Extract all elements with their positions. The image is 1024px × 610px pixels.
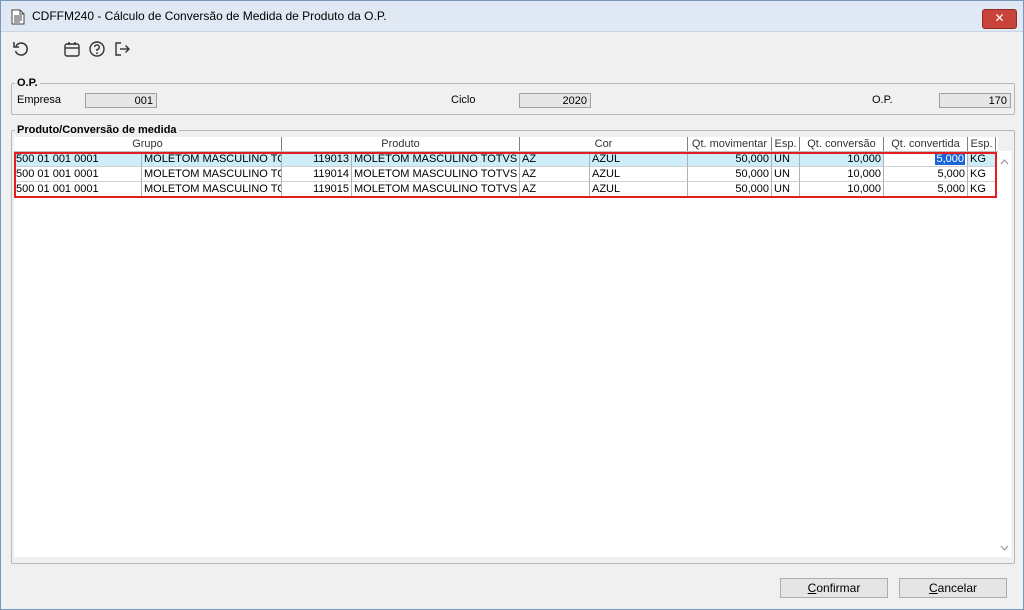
cell-produto-descricao[interactable]: MOLETOM MASCULINO TOTVS MO	[352, 152, 520, 167]
cell-cor-codigo[interactable]: AZ	[520, 182, 590, 197]
cell-produto-codigo[interactable]: 119013	[282, 152, 352, 167]
header-cor[interactable]: Cor	[520, 137, 688, 151]
table-row[interactable]: 500 01 001 0001 MOLETOM MASCULINO TOT 11…	[14, 152, 998, 167]
cell-qt-convertida-editing[interactable]: 5,000	[884, 152, 968, 167]
cell-qt-movimentar[interactable]: 50,000	[688, 182, 772, 197]
cell-qt-convertida[interactable]: 5,000	[884, 182, 968, 197]
close-icon: ✕	[994, 11, 1005, 25]
cancel-button-label: ancelar	[937, 581, 978, 595]
data-grid[interactable]: Grupo Produto Cor Qt. movimentar Esp. Qt…	[14, 137, 998, 557]
op-label: O.P.	[872, 94, 893, 106]
document-icon	[11, 9, 25, 25]
title-bar: CDFFM240 - Cálculo de Conversão de Medid…	[1, 1, 1023, 32]
cell-esp-2[interactable]: KG	[968, 152, 996, 167]
exit-icon[interactable]	[113, 40, 131, 58]
table-row[interactable]: 500 01 001 0001 MOLETOM MASCULINO TOT 11…	[14, 167, 998, 182]
cell-esp[interactable]: UN	[772, 167, 800, 182]
ciclo-field[interactable]: 2020	[519, 93, 591, 108]
cell-cor-codigo[interactable]: AZ	[520, 167, 590, 182]
op-field[interactable]: 170	[939, 93, 1011, 108]
header-qt-conversao[interactable]: Qt. conversão	[800, 137, 884, 151]
cell-qt-conversao[interactable]: 10,000	[800, 152, 884, 167]
cell-produto-descricao[interactable]: MOLETOM MASCULINO TOTVS MO	[352, 182, 520, 197]
cell-grupo-descricao[interactable]: MOLETOM MASCULINO TOT	[142, 152, 282, 167]
cell-esp-2[interactable]: KG	[968, 182, 996, 197]
qt-convertida-edit-value[interactable]: 5,000	[935, 153, 965, 165]
header-qt-movimentar[interactable]: Qt. movimentar	[688, 137, 772, 151]
cell-grupo-codigo[interactable]: 500 01 001 0001	[14, 167, 142, 182]
header-produto[interactable]: Produto	[282, 137, 520, 151]
header-qt-convertida[interactable]: Qt. convertida	[884, 137, 968, 151]
cell-qt-conversao[interactable]: 10,000	[800, 182, 884, 197]
refresh-icon[interactable]	[12, 40, 30, 58]
confirm-button[interactable]: Confirmar	[780, 578, 888, 598]
cell-esp-2[interactable]: KG	[968, 167, 996, 182]
empresa-field[interactable]: 001	[85, 93, 157, 108]
header-esp-2[interactable]: Esp.	[968, 137, 996, 151]
scroll-up-icon[interactable]	[1000, 159, 1009, 165]
header-grupo[interactable]: Grupo	[14, 137, 282, 151]
help-icon[interactable]	[88, 40, 106, 58]
cell-qt-movimentar[interactable]: 50,000	[688, 167, 772, 182]
cell-cor-descricao[interactable]: AZUL	[590, 167, 688, 182]
cancel-button-mnemonic: C	[928, 581, 938, 595]
cell-grupo-codigo[interactable]: 500 01 001 0001	[14, 182, 142, 197]
ciclo-label: Ciclo	[451, 94, 476, 106]
cell-grupo-descricao[interactable]: MOLETOM MASCULINO TOT	[142, 182, 282, 197]
cell-qt-movimentar[interactable]: 50,000	[688, 152, 772, 167]
cell-cor-codigo[interactable]: AZ	[520, 152, 590, 167]
cell-grupo-descricao[interactable]: MOLETOM MASCULINO TOT	[142, 167, 282, 182]
close-button[interactable]: ✕	[982, 9, 1017, 29]
scroll-down-icon[interactable]	[1000, 545, 1009, 551]
vertical-scrollbar[interactable]	[998, 151, 1011, 557]
cell-qt-convertida[interactable]: 5,000	[884, 167, 968, 182]
cell-cor-descricao[interactable]: AZUL	[590, 152, 688, 167]
main-window: CDFFM240 - Cálculo de Conversão de Medid…	[0, 0, 1024, 610]
cell-produto-codigo[interactable]: 119015	[282, 182, 352, 197]
cell-grupo-codigo[interactable]: 500 01 001 0001	[14, 152, 142, 167]
cell-qt-conversao[interactable]: 10,000	[800, 167, 884, 182]
op-group	[11, 83, 1015, 115]
cell-produto-codigo[interactable]: 119014	[282, 167, 352, 182]
empresa-label: Empresa	[17, 94, 62, 106]
window-title: CDFFM240 - Cálculo de Conversão de Medid…	[32, 9, 387, 23]
cell-esp[interactable]: UN	[772, 182, 800, 197]
cancel-button[interactable]: Cancelar	[899, 578, 1007, 598]
header-esp[interactable]: Esp.	[772, 137, 800, 151]
cell-produto-descricao[interactable]: MOLETOM MASCULINO TOTVS MO	[352, 167, 520, 182]
grid-group-label: Produto/Conversão de medida	[15, 124, 179, 136]
cell-esp[interactable]: UN	[772, 152, 800, 167]
calendar-icon[interactable]	[63, 40, 81, 58]
table-row[interactable]: 500 01 001 0001 MOLETOM MASCULINO TOT 11…	[14, 182, 998, 197]
confirm-button-label: onfirmar	[816, 581, 861, 595]
op-group-label: O.P.	[15, 77, 40, 89]
cell-cor-descricao[interactable]: AZUL	[590, 182, 688, 197]
